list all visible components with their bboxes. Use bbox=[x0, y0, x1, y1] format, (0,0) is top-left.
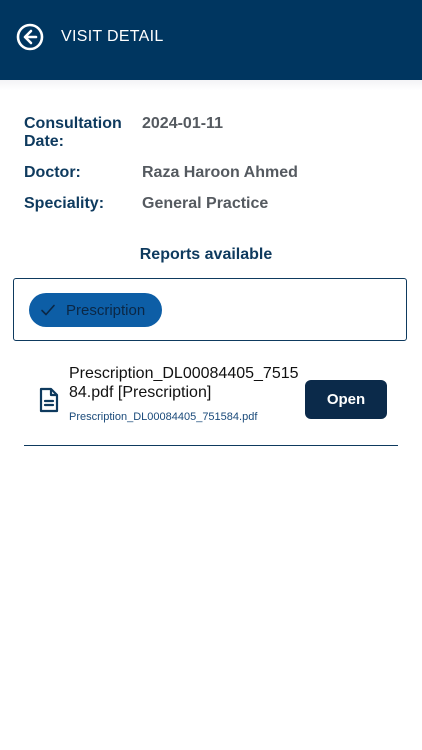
open-button[interactable]: Open bbox=[305, 380, 387, 419]
filter-chip-label: Prescription bbox=[66, 301, 146, 319]
consultation-date-value: 2024-01-11 bbox=[142, 115, 223, 132]
report-filter-box: Prescription bbox=[13, 278, 407, 341]
file-title: Prescription_DL00084405_751584.pdf [Pres… bbox=[69, 365, 299, 401]
reports-heading: Reports available bbox=[139, 246, 273, 263]
doctor-label: Doctor: bbox=[24, 164, 81, 181]
app-bar-shadow bbox=[0, 80, 422, 90]
arrow-left-circle-icon bbox=[16, 23, 44, 51]
page-title: VISIT DETAIL bbox=[61, 28, 164, 45]
back-button[interactable] bbox=[15, 22, 45, 52]
speciality-label: Speciality: bbox=[24, 195, 105, 212]
app-bar: VISIT DETAIL bbox=[0, 0, 422, 80]
check-icon bbox=[39, 301, 57, 319]
doctor-value: Raza Haroon Ahmed bbox=[142, 164, 298, 181]
document-icon bbox=[38, 387, 60, 413]
speciality-value: General Practice bbox=[142, 195, 269, 212]
file-name: Prescription_DL00084405_751584.pdf bbox=[69, 411, 258, 423]
consultation-date-label: Consultation Date: bbox=[24, 115, 122, 150]
filter-chip-prescription[interactable]: Prescription bbox=[29, 293, 162, 327]
list-item: Prescription_DL00084405_751584.pdf [Pres… bbox=[24, 364, 398, 446]
